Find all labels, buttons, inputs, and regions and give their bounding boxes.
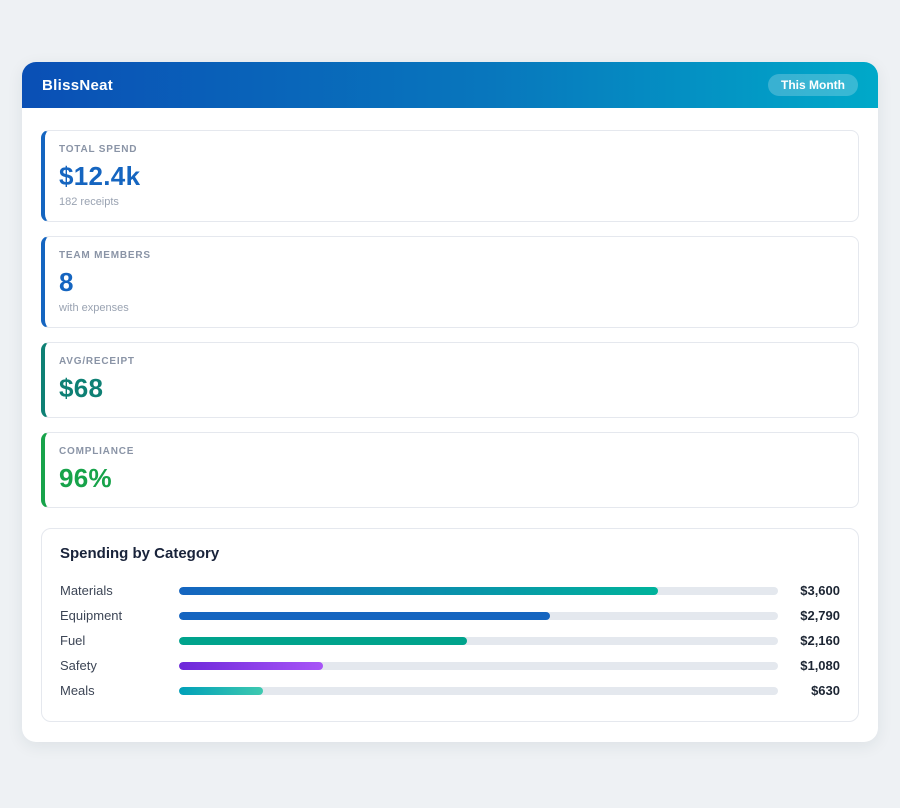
bar-track xyxy=(179,611,778,620)
dashboard-content: TOTAL SPEND $12.4k 182 receipts TEAM MEM… xyxy=(22,108,878,742)
bar-fill-safety xyxy=(179,661,323,670)
stat-subtext: with expenses xyxy=(59,302,129,314)
stat-value: $12.4k xyxy=(59,161,141,191)
stat-label: AVG/RECEIPT xyxy=(59,356,135,367)
category-value: $630 xyxy=(811,683,840,698)
stat-card-team-members: TEAM MEMBERS 8 with expenses xyxy=(41,236,859,328)
category-row-equipment: Equipment $2,790 xyxy=(60,603,840,628)
bar-track xyxy=(179,686,778,695)
bar-fill-meals xyxy=(179,686,263,695)
bar-track xyxy=(179,661,778,670)
bar-fill-fuel xyxy=(179,636,467,645)
stat-label: COMPLIANCE xyxy=(59,446,135,457)
spending-by-category-panel: Spending by Category Materials $3,600 Eq… xyxy=(41,528,859,722)
stat-card-avg-receipt: AVG/RECEIPT $68 xyxy=(41,342,859,418)
stat-value: $68 xyxy=(59,373,104,403)
category-value: $3,600 xyxy=(800,583,840,598)
stat-card-total-spend: TOTAL SPEND $12.4k 182 receipts xyxy=(41,130,859,222)
bar-fill-equipment xyxy=(179,611,551,620)
stat-label: TOTAL SPEND xyxy=(59,144,138,155)
category-label: Materials xyxy=(60,583,113,598)
category-value: $2,160 xyxy=(800,633,840,648)
category-row-materials: Materials $3,600 xyxy=(60,578,840,603)
stat-subtext: 182 receipts xyxy=(59,196,119,208)
category-row-safety: Safety $1,080 xyxy=(60,653,840,678)
stat-value: 96% xyxy=(59,463,112,493)
time-period-badge[interactable]: This Month xyxy=(768,74,858,96)
category-value: $1,080 xyxy=(800,658,840,673)
panel-title: Spending by Category xyxy=(60,545,220,562)
category-value: $2,790 xyxy=(800,608,840,623)
bar-track xyxy=(179,586,778,595)
app-header: BlissNeat This Month xyxy=(22,62,878,108)
category-label: Fuel xyxy=(60,633,86,648)
stat-card-compliance: COMPLIANCE 96% xyxy=(41,432,859,508)
category-label: Safety xyxy=(60,658,97,673)
bar-fill-materials xyxy=(179,586,659,595)
category-label: Meals xyxy=(60,683,95,698)
dashboard-card: BlissNeat This Month TOTAL SPEND $12.4k … xyxy=(22,62,878,742)
stat-label: TEAM MEMBERS xyxy=(59,250,151,261)
category-label: Equipment xyxy=(60,608,123,623)
stat-value: 8 xyxy=(59,267,74,297)
category-row-fuel: Fuel $2,160 xyxy=(60,628,840,653)
app-title: BlissNeat xyxy=(42,76,114,94)
category-row-meals: Meals $630 xyxy=(60,678,840,703)
bar-track xyxy=(179,636,778,645)
